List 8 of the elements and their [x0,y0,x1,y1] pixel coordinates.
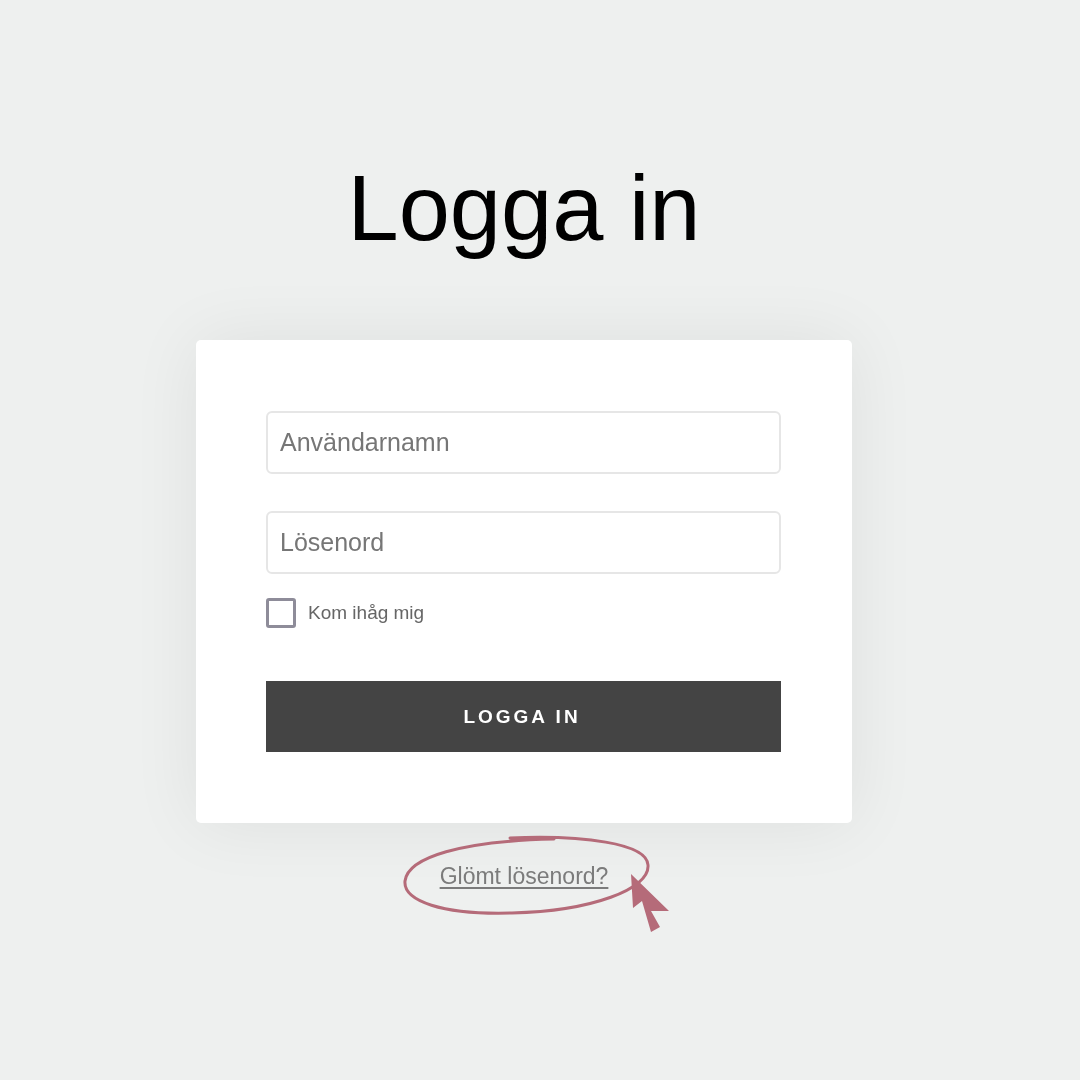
cursor-arrow-icon [629,873,670,934]
checkbox[interactable] [266,598,296,629]
page-title: Logga in [347,156,701,261]
login-button[interactable]: LOGGA IN [266,681,781,753]
remember-me-label: Kom ihåg mig [308,602,425,625]
forgot-password-link[interactable]: Glömt lösenord? [439,862,609,891]
username-field[interactable]: Användarnamn [266,411,781,475]
password-field[interactable]: Lösenord [266,511,781,575]
